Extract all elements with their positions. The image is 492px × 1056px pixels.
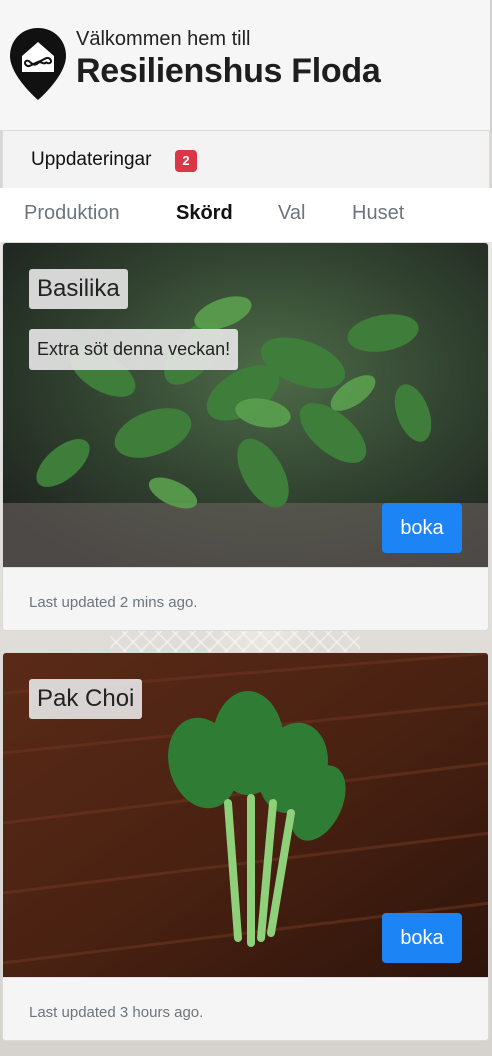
card-title: Pak Choi	[29, 679, 143, 719]
tab-skord[interactable]: Skörd	[176, 202, 233, 225]
card-footer: Last updated 2 mins ago.	[3, 567, 488, 630]
tab-bar: Produktion Skörd Val Huset	[0, 188, 492, 242]
last-updated-text: Last updated 2 mins ago.	[29, 594, 198, 611]
tab-produktion[interactable]: Produktion	[24, 202, 120, 225]
tab-val[interactable]: Val	[278, 202, 305, 225]
card-description: Extra söt denna veckan!	[29, 329, 239, 370]
brand-title: Resilienshus Floda	[76, 52, 381, 90]
last-updated-text: Last updated 3 hours ago.	[29, 1004, 204, 1021]
card-footer: Last updated 3 hours ago.	[3, 977, 488, 1040]
welcome-text: Välkommen hem till	[76, 28, 251, 50]
site-header: Välkommen hem till Resilienshus Floda	[0, 0, 492, 130]
book-button-pak-choi[interactable]: boka	[382, 913, 462, 963]
updates-label: Uppdateringar	[31, 149, 152, 170]
updates-count-badge: 2	[175, 150, 197, 172]
book-button-basilika[interactable]: boka	[382, 503, 462, 553]
tab-huset[interactable]: Huset	[352, 202, 404, 225]
product-card-pak-choi: Pak Choi boka Last updated 3 hours ago.	[2, 652, 489, 1041]
card-title: Basilika	[29, 269, 128, 309]
house-infinity-pin-icon	[10, 28, 66, 100]
updates-bar[interactable]: Uppdateringar	[2, 130, 490, 188]
product-card-basilika: Basilika Extra söt denna veckan! boka La…	[2, 242, 489, 631]
